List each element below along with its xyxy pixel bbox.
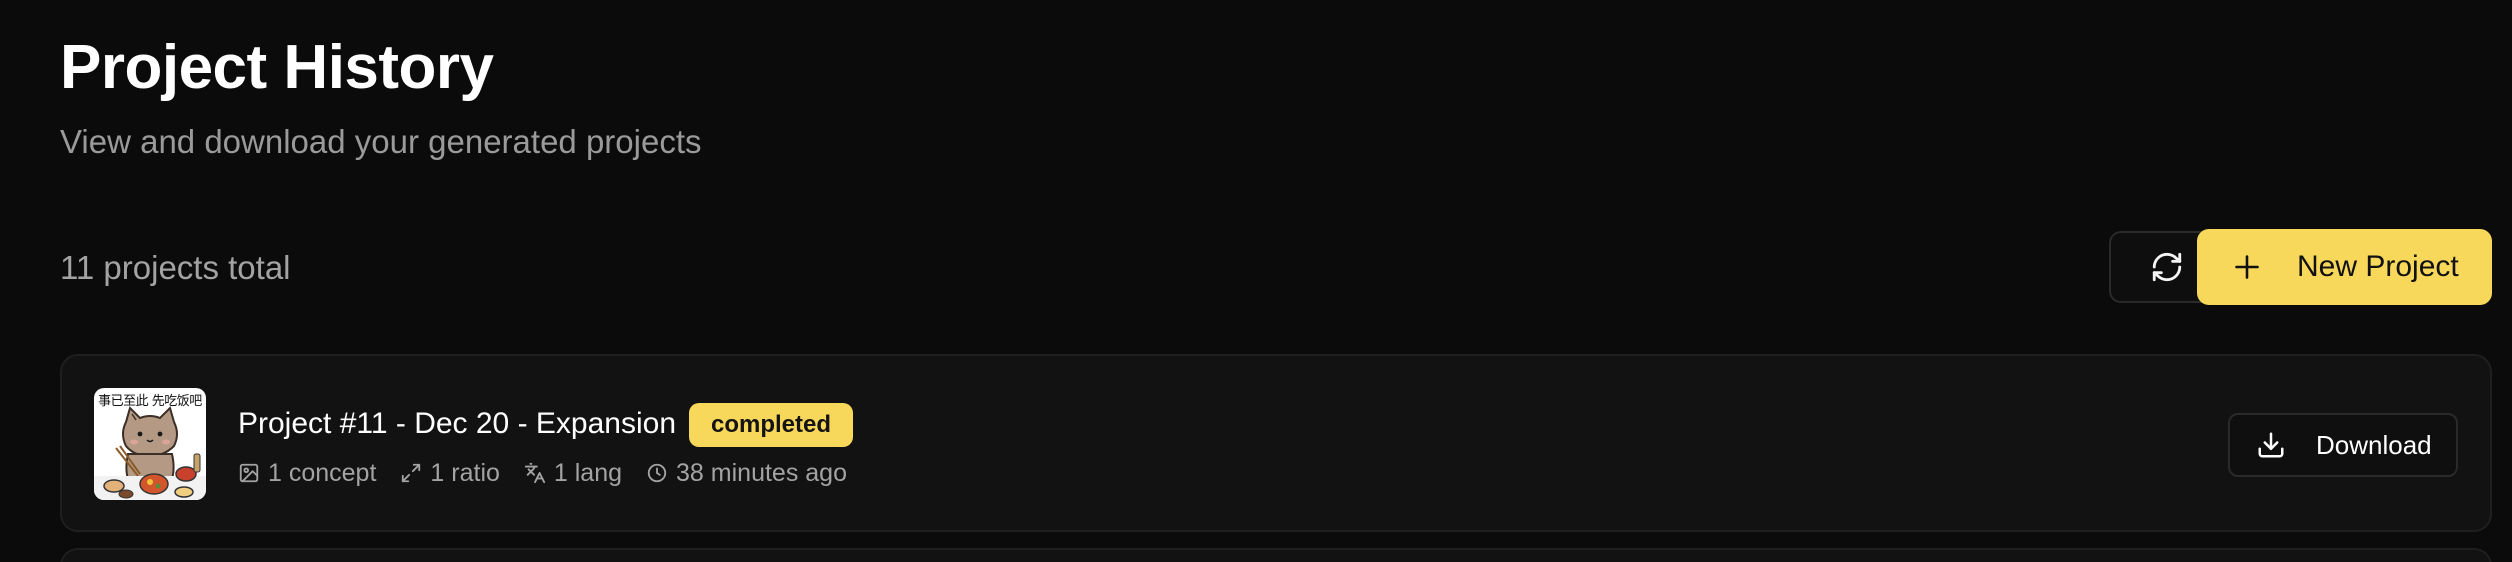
meta-langs: 1 lang — [524, 456, 622, 490]
meta-concepts: 1 concept — [238, 456, 376, 490]
project-title[interactable]: Project #11 - Dec 20 - Expansion — [238, 404, 676, 444]
cat-illustration-icon — [94, 406, 206, 500]
page-subtitle: View and download your generated project… — [60, 123, 702, 160]
new-project-label: New Project — [2297, 250, 2459, 283]
refresh-icon — [2150, 250, 2184, 284]
clock-icon — [647, 463, 667, 483]
page-title: Project History — [60, 33, 494, 102]
meta-concepts-text: 1 concept — [268, 459, 377, 487]
meta-langs-text: 1 lang — [553, 459, 623, 487]
plus-icon — [2233, 253, 2261, 281]
project-card: 事已至此 先吃饭吧 Project #11 - Dec 20 - Expansi… — [60, 354, 2492, 532]
meta-ratios-text: 1 ratio — [430, 459, 500, 487]
new-project-button[interactable]: New Project — [2197, 229, 2492, 305]
projects-total-count: 11 projects total — [60, 249, 291, 286]
project-thumbnail: 事已至此 先吃饭吧 — [94, 388, 206, 500]
project-history-page: Project History View and download your g… — [0, 0, 2512, 562]
download-label: Download — [2316, 429, 2432, 460]
meta-time: 38 minutes ago — [646, 456, 847, 490]
status-badge: completed — [689, 403, 854, 447]
translate-icon — [524, 462, 545, 484]
project-card — [60, 548, 2492, 562]
download-button[interactable]: Download — [2228, 413, 2458, 477]
meta-ratios: 1 ratio — [400, 456, 500, 490]
image-icon — [239, 463, 259, 483]
expand-icon — [402, 463, 421, 483]
project-meta: 1 concept 1 ratio 1 lang 38 minutes ago — [238, 456, 871, 490]
meta-time-text: 38 minutes ago — [676, 459, 847, 487]
download-icon — [2256, 430, 2286, 460]
